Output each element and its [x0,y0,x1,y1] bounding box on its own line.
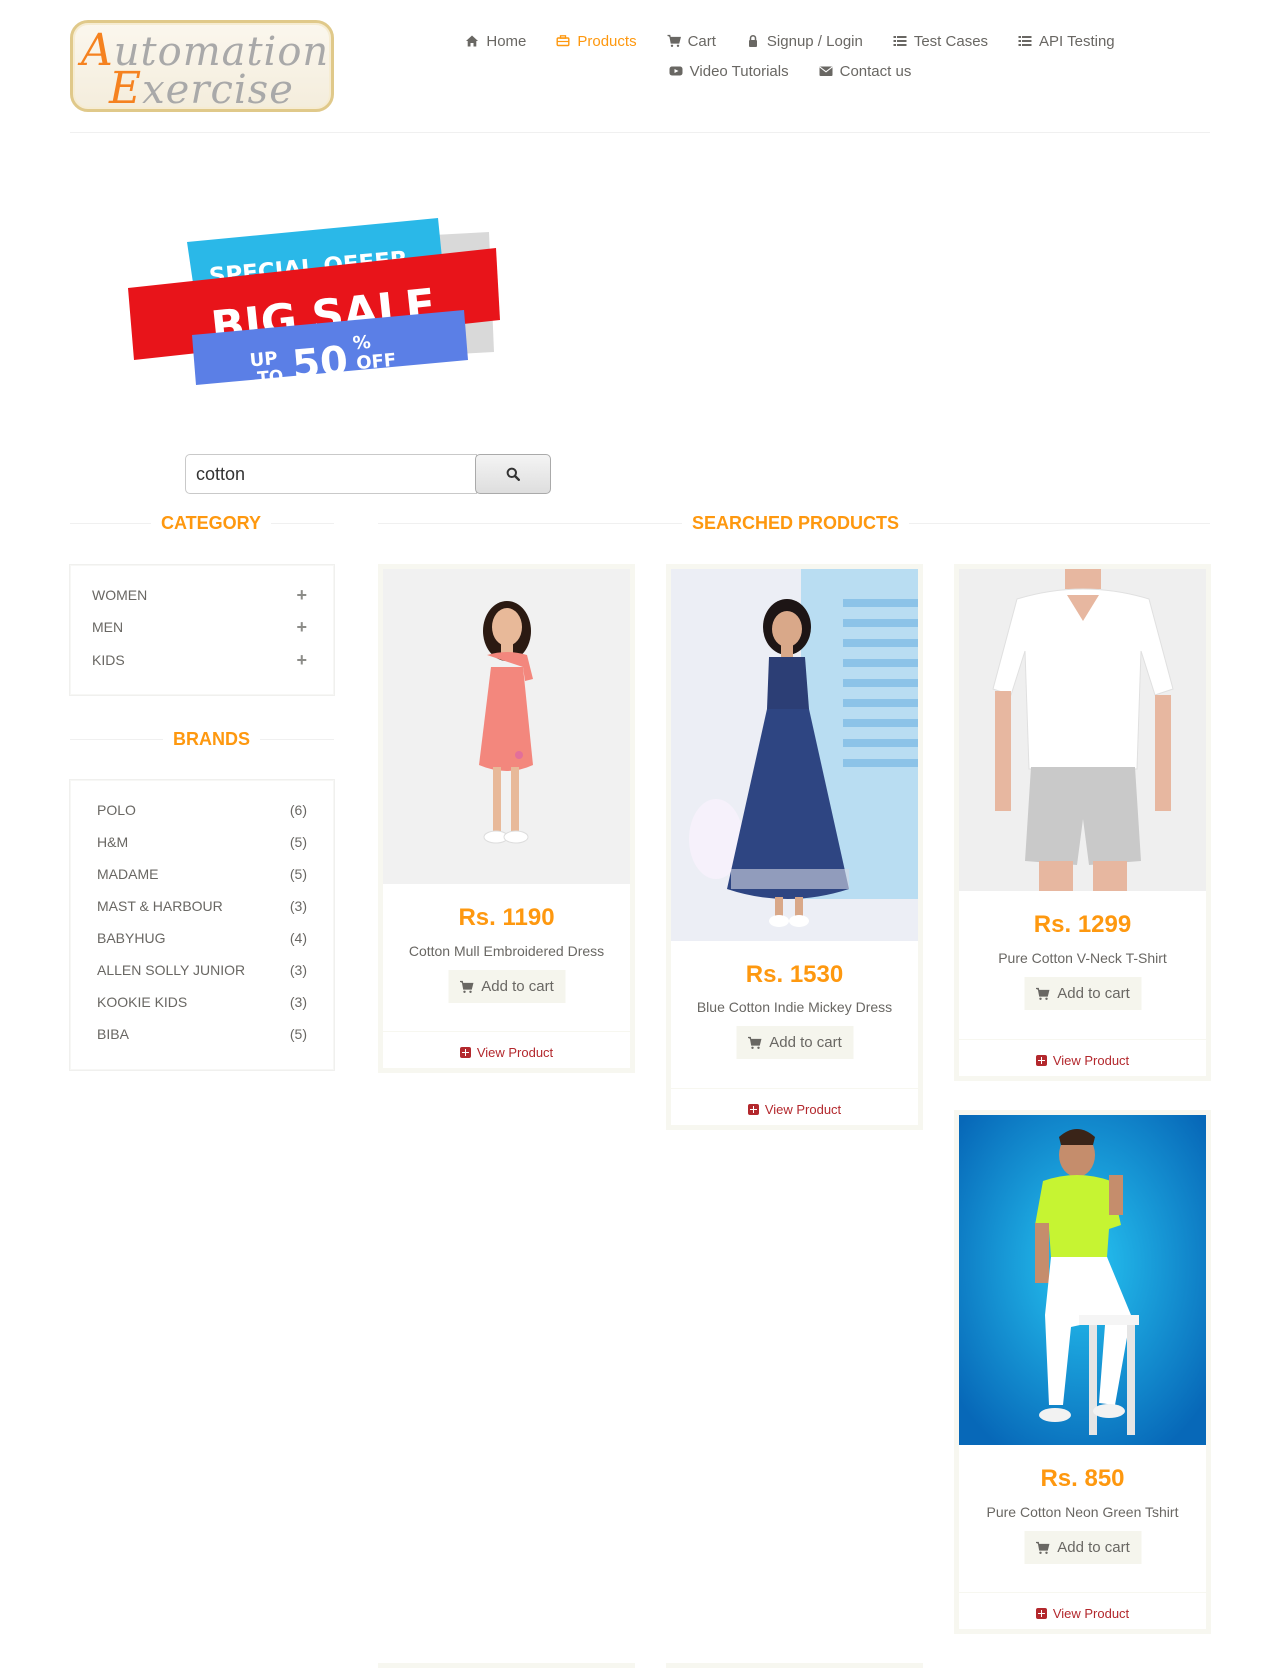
cart-icon [1035,1541,1050,1554]
product-price: Rs. 1190 [458,904,555,931]
brand-babyhug[interactable]: BABYHUG (4) [97,928,307,948]
product-price: Rs. 1530 [745,961,844,988]
product-image [959,1115,1206,1445]
plus-square-icon [747,1103,759,1115]
add-to-cart-button[interactable]: Add to cart [736,1026,853,1059]
product-name: Pure Cotton V-Neck T-Shirt [998,950,1167,966]
home-icon [466,35,479,47]
product-card: Rs. 1530 Blue Cotton Indie Mickey Dress … [666,564,923,1130]
product-name: Blue Cotton Indie Mickey Dress [696,999,893,1015]
product-image [383,569,630,884]
svg-text:%: % [352,332,372,354]
products-icon [556,35,570,47]
svg-text:OFF: OFF [356,350,398,374]
brand-biba[interactable]: BIBA (5) [97,1024,307,1044]
product-card-partial [378,1663,635,1668]
brand-kookie-kids[interactable]: KOOKIE KIDS (3) [97,992,307,1012]
product-card: Rs. 1299 Pure Cotton V-Neck T-Shirt Add … [954,564,1211,1081]
brands-panel: POLO (6) H&M (5) MADAME (5) MAST & HARBOUR(… [70,780,334,1070]
plus-icon: + [296,649,307,670]
plus-icon: + [296,616,307,637]
nav-contact-us[interactable]: Contact us [819,63,911,80]
plus-icon: + [296,584,307,605]
sale-banner: SPECIAL OFFER BIG SALE UP TO 50 % OFF [128,218,500,389]
search-button[interactable] [475,454,551,494]
view-product-link[interactable]: View Product [959,1050,1206,1070]
brand-mast-harbour[interactable]: MAST & HARBOUR (3) [97,896,307,916]
product-image [671,569,918,941]
brand-allen-solly-junior[interactable]: ALLEN SOLLY JUNIOR (3) [97,960,307,980]
header-divider [70,132,1210,133]
plus-square-icon [1035,1054,1047,1066]
nav-home[interactable]: Home [465,33,526,50]
youtube-icon [669,66,683,76]
envelope-icon [819,66,833,76]
list-icon [1018,36,1032,46]
svg-text:50: 50 [290,338,349,389]
view-product-link[interactable]: View Product [383,1042,630,1062]
category-heading: CATEGORY [70,513,334,534]
search-input[interactable] [185,454,477,494]
search-icon [506,467,520,481]
view-product-link[interactable]: View Product [671,1099,918,1119]
add-to-cart-button[interactable]: Add to cart [1024,977,1141,1010]
cart-icon [1035,987,1050,1000]
product-card: Rs. 850 Pure Cotton Neon Green Tshirt Ad… [954,1110,1211,1634]
nav-cart[interactable]: Cart [667,33,716,50]
brand-hm[interactable]: H&M (5) [97,832,307,852]
product-price: Rs. 850 [1040,1465,1125,1492]
nav-signup-login[interactable]: Signup / Login [746,33,863,50]
product-image [959,569,1206,891]
plus-square-icon [1035,1607,1047,1619]
cart-icon [667,34,681,47]
category-women[interactable]: WOMEN + [92,585,307,605]
product-name: Pure Cotton Neon Green Tshirt [986,1504,1179,1520]
searched-products-heading: SEARCHED PRODUCTS [378,513,1210,534]
nav-products[interactable]: Products [556,33,637,50]
brands-heading: BRANDS [70,729,334,750]
cart-icon [459,980,474,993]
svg-text:TO: TO [257,367,285,389]
site-logo[interactable]: Automation Exercise [70,20,334,114]
product-price: Rs. 1299 [1033,911,1132,938]
plus-square-icon [459,1046,471,1058]
view-product-link[interactable]: View Product [959,1603,1206,1623]
add-to-cart-button[interactable]: Add to cart [1024,1531,1141,1564]
lock-icon [748,34,757,47]
category-men[interactable]: MEN + [92,617,307,637]
nav-video-tutorials[interactable]: Video Tutorials [669,63,789,80]
nav-api-testing[interactable]: API Testing [1018,33,1115,50]
nav-test-cases[interactable]: Test Cases [893,33,988,50]
brand-polo[interactable]: POLO (6) [97,800,307,820]
main-nav: Home Products Cart Signup / Login Test C… [466,26,1115,86]
category-kids[interactable]: KIDS + [92,650,307,670]
logo-line-2: Exercise [109,63,294,114]
product-card-partial [666,1663,923,1668]
category-panel: WOMEN + MEN + KIDS + [70,565,334,695]
product-name: Cotton Mull Embroidered Dress [408,943,605,959]
add-to-cart-button[interactable]: Add to cart [448,970,565,1003]
list-icon [893,36,907,46]
brand-madame[interactable]: MADAME (5) [97,864,307,884]
product-card: Rs. 1190 Cotton Mull Embroidered Dress A… [378,564,635,1073]
cart-icon [747,1036,762,1049]
